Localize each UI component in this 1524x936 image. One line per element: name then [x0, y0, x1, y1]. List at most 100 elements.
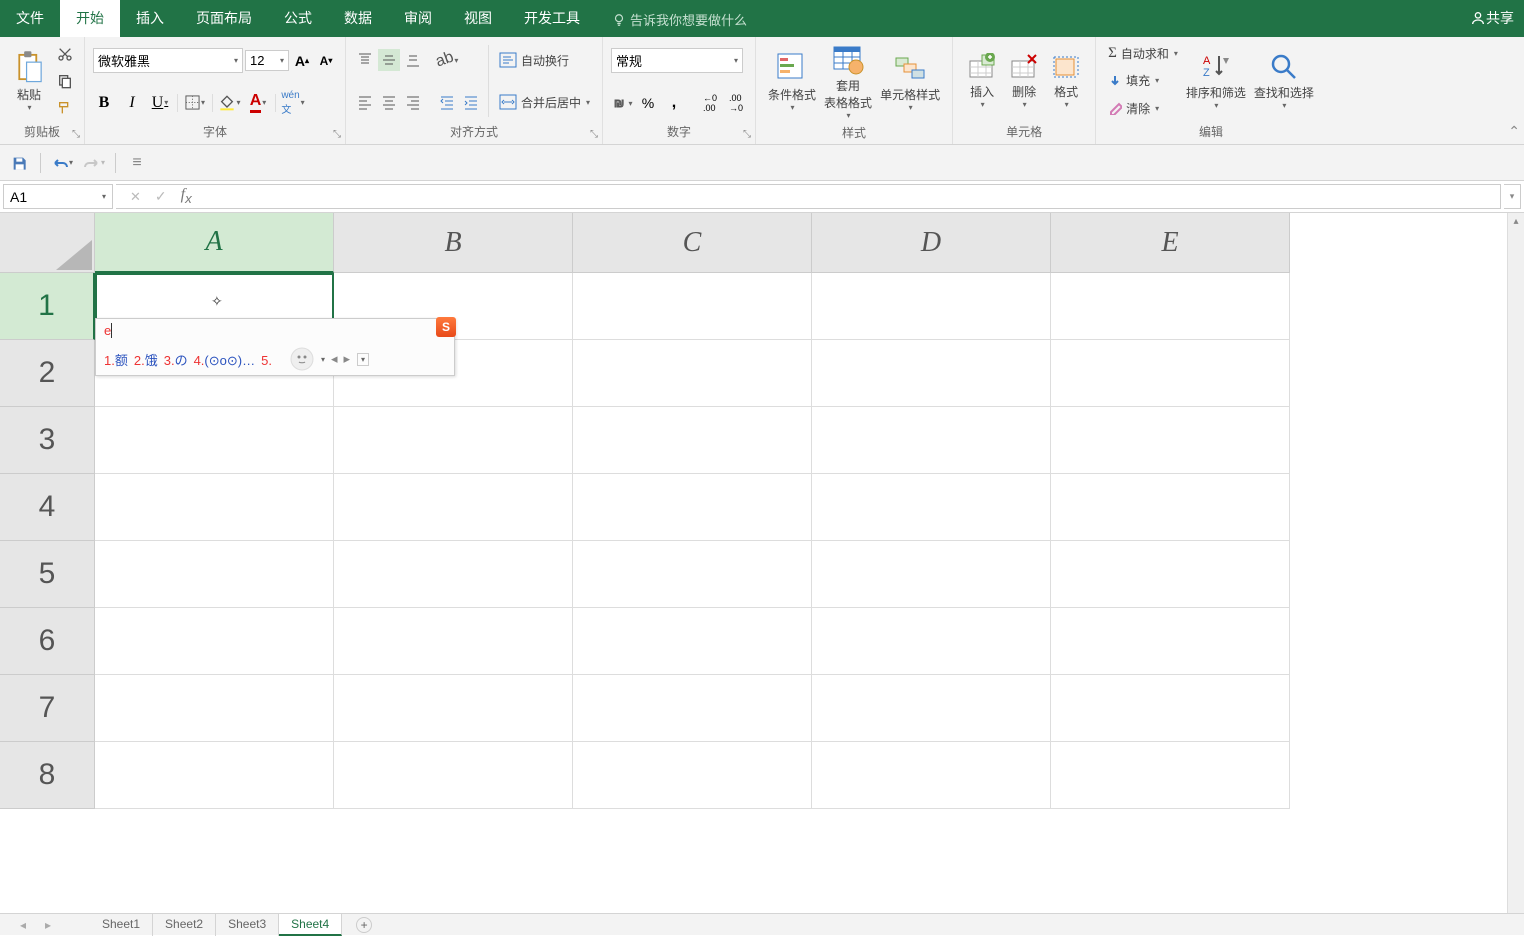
cell[interactable] [95, 541, 334, 608]
row-header[interactable]: 8 [0, 742, 95, 809]
align-middle-button[interactable] [378, 49, 400, 71]
name-box[interactable]: A1▾ [3, 184, 113, 209]
tell-me[interactable]: 告诉我你想要做什么 [602, 10, 757, 29]
dialog-launcher-icon[interactable]: ⤡ [72, 129, 80, 140]
decrease-indent-button[interactable] [436, 91, 458, 113]
autosum-button[interactable]: Σ自动求和▾ [1104, 43, 1182, 64]
tab-formula[interactable]: 公式 [268, 0, 328, 37]
conditional-format-button[interactable]: 条件格式▾ [764, 41, 820, 122]
sheet-tab[interactable]: Sheet2 [153, 914, 216, 936]
align-bottom-button[interactable] [402, 49, 424, 71]
table-format-button[interactable]: 套用 表格格式▾ [820, 41, 876, 122]
tab-insert[interactable]: 插入 [120, 0, 180, 37]
fx-icon[interactable]: fx [181, 186, 192, 206]
cell[interactable] [812, 273, 1051, 340]
comma-button[interactable]: , [663, 92, 685, 114]
cell[interactable] [95, 608, 334, 675]
chevron-down-icon[interactable]: ▾ [321, 355, 325, 364]
cell[interactable] [812, 407, 1051, 474]
align-center-button[interactable] [378, 91, 400, 113]
insert-cell-button[interactable]: 插入▾ [961, 41, 1003, 121]
increase-decimal-button[interactable]: ←0.00 [699, 92, 721, 114]
tab-data[interactable]: 数据 [328, 0, 388, 37]
cell[interactable] [812, 340, 1051, 407]
find-select-button[interactable]: 查找和选择▾ [1250, 41, 1318, 121]
cell[interactable] [812, 742, 1051, 809]
cell[interactable] [334, 474, 573, 541]
row-header[interactable]: 1 [0, 273, 95, 340]
formula-input[interactable] [206, 184, 1501, 209]
orientation-button[interactable]: ab▾ [436, 49, 458, 71]
number-format-combo[interactable]: 常规▾ [611, 48, 743, 73]
expand-formula-bar-button[interactable]: ▾ [1504, 184, 1521, 209]
cell[interactable] [812, 541, 1051, 608]
align-top-button[interactable] [354, 49, 376, 71]
cell-styles-button[interactable]: 单元格样式▾ [876, 41, 944, 122]
cell[interactable] [573, 541, 812, 608]
cell[interactable] [95, 742, 334, 809]
bold-button[interactable]: B [93, 92, 115, 114]
cancel-edit-icon[interactable]: ✕ [130, 189, 141, 205]
ime-page-prev-icon[interactable]: ◂ [331, 351, 338, 367]
column-header[interactable]: E [1051, 213, 1290, 273]
row-header[interactable]: 5 [0, 541, 95, 608]
cell[interactable] [812, 608, 1051, 675]
cell[interactable] [573, 474, 812, 541]
phonetic-button[interactable]: wén文▾ [282, 92, 304, 114]
cell[interactable] [1051, 608, 1290, 675]
row-header[interactable]: 2 [0, 340, 95, 407]
italic-button[interactable]: I [121, 92, 143, 114]
save-button[interactable] [8, 152, 30, 174]
cell[interactable] [95, 474, 334, 541]
cut-button[interactable] [54, 43, 76, 65]
increase-indent-button[interactable] [460, 91, 482, 113]
cell[interactable] [812, 675, 1051, 742]
cell[interactable] [1051, 407, 1290, 474]
cell[interactable] [1051, 675, 1290, 742]
dialog-launcher-icon[interactable]: ⤡ [743, 129, 751, 140]
currency-button[interactable]: ₪▾ [611, 92, 633, 114]
tab-file[interactable]: 文件 [0, 0, 60, 37]
tab-review[interactable]: 审阅 [388, 0, 448, 37]
vertical-scrollbar[interactable]: ▴ [1507, 213, 1524, 913]
cell[interactable] [812, 474, 1051, 541]
sheet-nav-prev-icon[interactable]: ◂ [20, 918, 26, 932]
collapse-ribbon-icon[interactable]: ⌃ [1508, 123, 1520, 140]
increase-font-button[interactable]: A▴ [291, 50, 313, 72]
column-header[interactable]: B [334, 213, 573, 273]
decrease-decimal-button[interactable]: .00→0 [725, 92, 747, 114]
cell[interactable] [95, 407, 334, 474]
undo-button[interactable]: ▾ [51, 152, 73, 174]
sheet-nav-next-icon[interactable]: ▸ [45, 918, 51, 932]
chevron-down-icon[interactable]: ▾ [357, 353, 369, 366]
ime-page-next-icon[interactable]: ▸ [344, 351, 351, 367]
cell[interactable] [1051, 541, 1290, 608]
cell[interactable] [573, 742, 812, 809]
redo-button[interactable]: ▾ [83, 152, 105, 174]
row-header[interactable]: 4 [0, 474, 95, 541]
format-painter-button[interactable] [54, 97, 76, 119]
font-color-button[interactable]: A▾ [247, 92, 269, 114]
customize-qat-button[interactable]: ≡ [126, 152, 148, 174]
share-button[interactable]: 共享 [1470, 8, 1514, 28]
merge-center-button[interactable]: 合并后居中▾ [495, 92, 594, 113]
select-all-corner[interactable] [0, 213, 95, 273]
font-name-combo[interactable]: 微软雅黑▾ [93, 48, 243, 73]
dialog-launcher-icon[interactable]: ⤡ [590, 129, 598, 140]
delete-cell-button[interactable]: 删除▾ [1003, 41, 1045, 121]
font-size-combo[interactable]: 12▾ [245, 50, 289, 71]
tab-dev[interactable]: 开发工具 [508, 0, 596, 37]
dialog-launcher-icon[interactable]: ⤡ [333, 129, 341, 140]
sheet-tab[interactable]: Sheet4 [279, 914, 342, 936]
sort-filter-button[interactable]: AZ 排序和筛选▾ [1182, 41, 1250, 121]
tab-layout[interactable]: 页面布局 [180, 0, 268, 37]
tab-view[interactable]: 视图 [448, 0, 508, 37]
scroll-up-icon[interactable]: ▴ [1508, 213, 1524, 230]
cell[interactable] [573, 675, 812, 742]
cell[interactable] [573, 608, 812, 675]
row-header[interactable]: 7 [0, 675, 95, 742]
cell[interactable] [334, 541, 573, 608]
cell[interactable] [573, 407, 812, 474]
paste-button[interactable]: 粘贴 ▾ [8, 41, 50, 121]
cell[interactable] [334, 407, 573, 474]
